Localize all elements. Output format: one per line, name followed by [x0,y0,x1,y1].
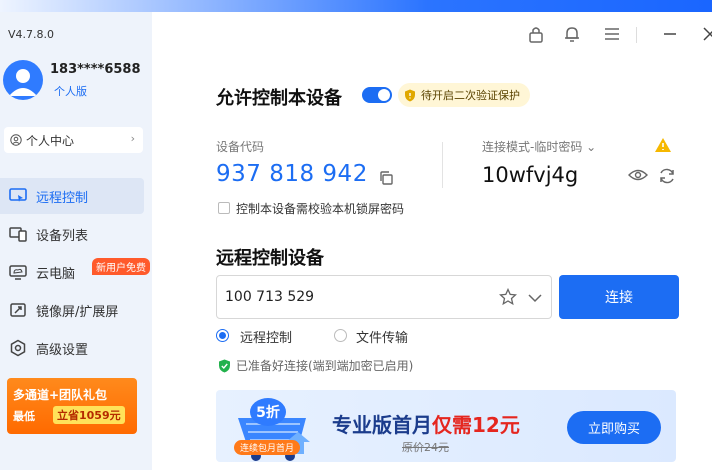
sidebar-item-label: 云电脑 [36,266,76,282]
allow-control-toggle[interactable] [362,87,392,103]
warning-icon[interactable] [654,137,672,153]
remote-control-title: 远程控制设备 [216,248,324,269]
radio-file-transfer-label: 文件传输 [356,331,409,346]
user-avatar-icon [9,69,37,96]
allow-control-title: 允许控制本设备 [216,88,342,109]
main-panel: 允许控制本设备 待开启二次验证保护 设备代码 937 818 942 连接模式-… [152,12,712,470]
promo-banner-sidebar[interactable]: 多通道+团队礼包 最低 立省1059元 [7,378,137,434]
verify-badge-label: 待开启二次验证保护 [421,89,520,102]
copy-icon[interactable] [378,170,394,186]
lock-screen-checkbox-label: 控制本设备需校验本机锁屏密码 [236,202,405,216]
banner-headline-price: 仅需12元 [432,413,520,437]
sidebar-item-label: 高级设置 [36,342,89,358]
shield-check-icon [219,359,230,373]
device-code-input-box [216,275,552,319]
sidebar-item-remote-control[interactable]: 远程控制 [0,178,144,214]
sidebar-item-device-list[interactable]: 设备列表 [0,216,144,252]
lock-screen-checkbox[interactable] [218,202,230,214]
device-code: 937 818 942 [216,161,368,187]
mirror-screen-icon [8,300,28,320]
temp-password: 10wfvj4g [482,163,579,187]
divider [442,142,443,188]
personal-center-label: 个人中心 [26,133,75,148]
refresh-icon[interactable] [658,167,676,185]
radio-remote-control[interactable] [216,329,229,342]
new-user-badge: 新用户免费 [92,258,150,275]
sidebar-item-mirror-screen[interactable]: 镜像屏/扩展屏 [0,292,144,328]
connection-mode-label: 连接模式-临时密码 [482,140,583,154]
shield-icon [405,89,415,101]
user-phone: 183****6588 [50,62,141,77]
promo-line1: 多通道+团队礼包 [13,388,108,402]
star-icon[interactable] [499,288,517,306]
discount-badge: 5折 [250,398,286,426]
banner-headline-main: 专业版首月 [332,413,432,437]
chevron-right-icon: › [130,132,135,145]
app-window: V4.7.8.0 183****6588 个人版 个人中心 › 远程控制 设备列… [0,0,712,470]
device-list-icon [8,224,28,244]
connect-button[interactable]: 连接 [559,275,679,319]
banner-original-price: 原价24元 [402,441,449,454]
avatar[interactable] [3,60,43,100]
promo-banner-main[interactable]: 5折 连续包月首月 专业版首月仅需12元 原价24元 立即购买 [216,390,676,462]
chevron-down-icon: ⌄ [586,140,597,154]
ready-status: 已准备好连接(端到端加密已启用) [236,359,414,373]
connection-mode-selector[interactable]: 连接模式-临时密码 ⌄ [482,138,596,155]
cloud-pc-icon [8,262,28,282]
settings-icon [8,338,28,358]
discount-ribbon: 连续包月首月 [234,440,301,455]
radio-remote-control-label: 远程控制 [240,331,293,346]
buy-now-button[interactable]: 立即购买 [567,411,661,444]
verify-badge[interactable]: 待开启二次验证保护 [398,83,530,107]
sidebar-item-label: 远程控制 [36,190,89,206]
device-code-label: 设备代码 [216,140,265,154]
sidebar-item-advanced-settings[interactable]: 高级设置 [0,330,144,366]
chevron-down-icon[interactable] [527,290,543,306]
user-icon [10,134,22,146]
eye-icon[interactable] [628,167,648,183]
promo-line2: 最低 [13,410,35,423]
remote-control-icon [8,186,28,206]
sidebar-item-label: 设备列表 [36,228,89,244]
banner-headline: 专业版首月仅需12元 [332,409,520,438]
personal-center-button[interactable]: 个人中心 › [4,127,143,153]
sidebar-item-label: 镜像屏/扩展屏 [36,304,119,320]
title-bar [0,0,712,12]
promo-line3: 立省1059元 [53,406,125,424]
version-label: V4.7.8.0 [8,28,55,41]
user-tier: 个人版 [54,85,87,98]
device-code-input[interactable] [225,286,495,308]
radio-file-transfer[interactable] [334,329,347,342]
